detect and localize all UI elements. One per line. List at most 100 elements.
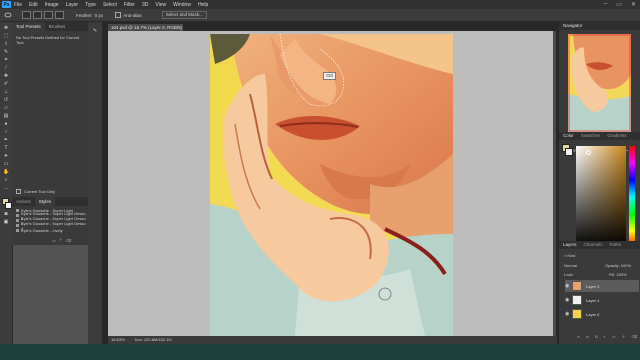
tab-swatches[interactable]: Swatches	[581, 132, 601, 140]
menu-view[interactable]: View	[155, 2, 166, 8]
tab-styles[interactable]: Styles	[34, 197, 56, 206]
history-brush-icon[interactable]: ↺	[3, 98, 9, 103]
new-item-icon[interactable]: ＋	[59, 237, 63, 243]
menu-3d[interactable]: 3D	[142, 2, 148, 8]
right-panel-dock: Navigator 16.63% ▲ ▲ Color Swatches Grad…	[558, 22, 640, 360]
tab-gradients[interactable]: Gradients	[607, 132, 627, 140]
screen-mode-icon[interactable]: ▣	[3, 220, 9, 225]
blur-tool-icon[interactable]: ●	[3, 122, 9, 127]
status-bar: 16.63% Doc: 120.8M/432.1M	[108, 336, 557, 344]
tab-paths[interactable]: Paths	[610, 241, 622, 249]
pen-tool-icon[interactable]: ✒	[3, 138, 9, 143]
current-tool-only-label: Current Tool Only	[24, 188, 56, 194]
presets-footer: Current Tool Only	[12, 187, 88, 195]
menu-help[interactable]: Help	[198, 2, 208, 8]
tab-tool-presets[interactable]: Tool Presets	[12, 22, 45, 31]
color-picker-cursor[interactable]	[586, 150, 591, 155]
layer-row[interactable]: ◉ Layer 1	[565, 294, 639, 306]
vertical-scrollbar[interactable]	[553, 31, 556, 336]
menu-file[interactable]: File	[14, 2, 22, 8]
layer-filter-select[interactable]: ⌕ Kind	[564, 253, 575, 258]
maximize-icon[interactable]: ▭	[616, 1, 622, 8]
layer-name: Layer 3	[586, 283, 600, 289]
blend-mode-select[interactable]: Normal	[564, 263, 577, 268]
layer-row[interactable]: ◉ Layer 3	[565, 280, 639, 292]
tab-brushes[interactable]: Brushes	[45, 22, 70, 31]
layers-footer-icons: ∞ fx ◘ ◐ ▭ ＋ ⌫	[577, 334, 637, 340]
shape-tool-icon[interactable]: ▭	[3, 162, 9, 167]
zoom-tool-icon[interactable]: ⌕	[3, 178, 9, 183]
tab-color[interactable]: Color	[563, 132, 574, 140]
folder-icon[interactable]: ▭	[52, 238, 56, 243]
folder-icon[interactable]: ▭	[612, 334, 616, 340]
marquee-tool-icon[interactable]: ⬚	[3, 34, 9, 39]
quick-select-icon[interactable]: ✎	[3, 50, 9, 55]
type-tool-icon[interactable]: T	[3, 146, 9, 151]
zoom-readout[interactable]: 16.63%	[111, 336, 125, 344]
layer-name: Layer 1	[586, 297, 600, 303]
clone-stamp-icon[interactable]: ⊥	[3, 90, 9, 95]
eye-icon[interactable]: ◉	[565, 283, 570, 289]
minimize-icon[interactable]: –	[604, 1, 607, 8]
layer-thumbnail	[572, 309, 582, 319]
path-select-icon[interactable]: ➤	[3, 154, 9, 159]
select-and-mask-button[interactable]: Select and Mask...	[161, 11, 207, 19]
fx-icon[interactable]: fx	[586, 334, 589, 340]
menu-select[interactable]: Select	[103, 2, 117, 8]
bg-color-swatch[interactable]	[565, 148, 573, 156]
menu-filter[interactable]: Filter	[124, 2, 135, 8]
current-tool-only-checkbox[interactable]	[16, 188, 21, 194]
eyedropper-icon[interactable]: ⁄	[3, 66, 9, 71]
tab-navigator[interactable]: Navigator	[563, 22, 582, 30]
trash-icon[interactable]: ⌫	[66, 238, 72, 243]
options-bar: Feather: 0 px Anti-alias Select and Mask…	[0, 9, 640, 22]
presets-empty-message: No Tool Presets Defined for Current Tool…	[16, 35, 80, 45]
doc-info[interactable]: Doc: 120.8M/432.1M	[135, 336, 172, 344]
navigator-thumbnail[interactable]	[568, 34, 631, 132]
healing-brush-icon[interactable]: ✚	[3, 74, 9, 79]
menu-layer[interactable]: Layer	[66, 2, 79, 8]
lasso-tool-icon[interactable]: ℓ	[3, 42, 9, 47]
link-icon[interactable]: ∞	[577, 334, 580, 340]
crop-tool-icon[interactable]: ⌗	[3, 58, 9, 63]
move-tool-icon[interactable]: ✥	[3, 26, 9, 31]
menu-edit[interactable]: Edit	[29, 2, 38, 8]
styles-footer-icons: ▭ ＋ ⌫	[52, 237, 71, 243]
close-icon[interactable]: ✕	[631, 1, 636, 8]
antialias-checkbox[interactable]: Anti-alias	[115, 12, 142, 18]
feather-input[interactable]: 0 px	[95, 13, 104, 18]
layer-row[interactable]: ◉ Layer 0	[565, 308, 639, 320]
quick-mask-icon[interactable]: ◙	[3, 212, 9, 217]
gradient-tool-icon[interactable]: ▤	[3, 114, 9, 119]
eye-icon[interactable]: ◉	[565, 311, 570, 317]
trash-icon[interactable]: ⌫	[632, 334, 638, 340]
layer-name: Layer 0	[586, 311, 600, 317]
background-color-swatch[interactable]	[5, 202, 12, 209]
fill-control[interactable]: Fill: 100%	[609, 272, 627, 277]
brush-settings-icon[interactable]: ✎	[92, 28, 98, 34]
ps-logo-icon: Ps	[2, 1, 11, 8]
feather-label: Feather:	[76, 12, 93, 18]
tab-layers[interactable]: Layers	[563, 241, 577, 249]
document-tab[interactable]: 104.psd @ 16.7% (Layer 2, RGB/8) *	[108, 24, 183, 37]
hue-slider[interactable]	[629, 146, 635, 248]
tab-actions[interactable]: Actions	[12, 197, 35, 206]
layer-thumbnail	[572, 295, 582, 305]
tab-channels[interactable]: Channels	[584, 241, 603, 249]
menu-image[interactable]: Image	[45, 2, 59, 8]
hand-tool-icon[interactable]: ✋	[3, 170, 9, 175]
mask-icon[interactable]: ◘	[595, 334, 597, 340]
more-tools-icon[interactable]: …	[3, 186, 9, 191]
eraser-tool-icon[interactable]: ▱	[3, 106, 9, 111]
new-layer-icon[interactable]: ＋	[622, 334, 626, 340]
selection-mode-icons[interactable]	[20, 11, 64, 19]
eye-icon[interactable]: ◉	[565, 297, 570, 303]
opacity-control[interactable]: Opacity: 100%	[605, 263, 631, 268]
dodge-tool-icon[interactable]: ○	[3, 130, 9, 135]
navigator-header: Navigator	[559, 22, 640, 30]
lasso-preset-icon[interactable]	[4, 12, 12, 19]
menu-type[interactable]: Type	[85, 2, 96, 8]
menu-window[interactable]: Window	[173, 2, 191, 8]
adjustment-icon[interactable]: ◐	[603, 334, 605, 340]
brush-tool-icon[interactable]: ✐	[3, 82, 9, 87]
